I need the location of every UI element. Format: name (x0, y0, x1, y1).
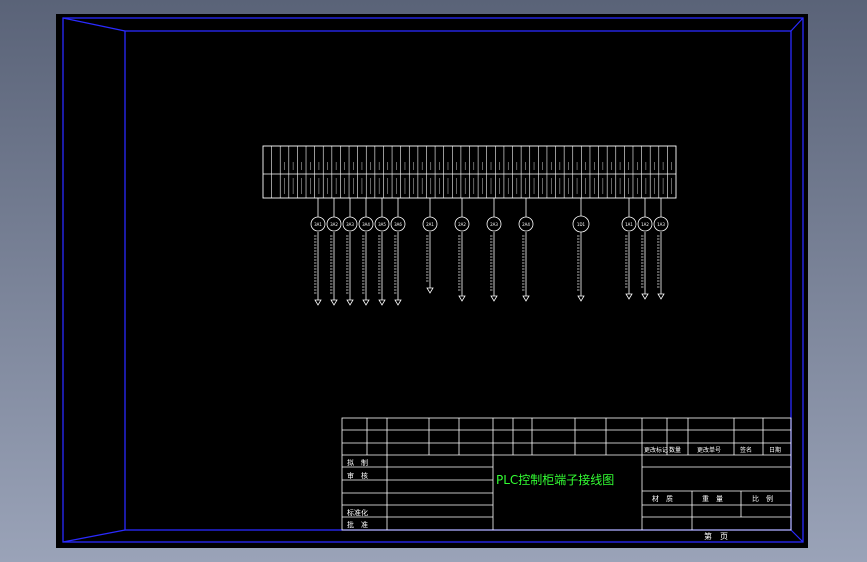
label-approved: 批 准 (347, 520, 368, 529)
wire-bubble-label: 3A2 (330, 222, 338, 227)
label-checked: 审 核 (347, 471, 368, 480)
drawing-canvas (56, 14, 808, 548)
header-change-no: 更改单号 (697, 446, 721, 454)
header-date: 日期 (769, 446, 781, 454)
wire-bubble-label: 3A5 (378, 222, 386, 227)
label-sheet: 第 页 (704, 531, 728, 541)
wire-bubble-label: 3A1 (314, 222, 322, 227)
wire-bubble-label: 1A2 (641, 222, 649, 227)
label-scale: 比 例 (752, 494, 773, 503)
drawing-title: PLC控制柜端子接线图 (496, 472, 614, 487)
header-change-mark: 更改标记 (644, 446, 668, 454)
label-material: 材 质 (652, 494, 673, 503)
wire-bubble-label: 3A3 (346, 222, 354, 227)
header-signature: 签名 (740, 446, 752, 454)
wire-bubble-label: 3A4 (362, 222, 370, 227)
wire-bubble-label: 2A1 (426, 222, 434, 227)
wire-bubble-label: 1A3 (657, 222, 665, 227)
header-quantity: 数量 (669, 446, 681, 454)
label-standardized: 标准化 (347, 508, 368, 517)
wire-bubble-label: 2A2 (458, 222, 466, 227)
cad-drawing: 3A1 3A2 3A3 3A4 3A5 3A6 2A1 2A2 2A3 2A4 1D1 1A1 1A2 1… (56, 14, 808, 548)
label-weight: 重 量 (702, 495, 723, 503)
wire-bubble-label: 2A4 (522, 222, 530, 227)
wire-bubble-label: 2A3 (490, 222, 498, 227)
wire-bubble-label: 3A6 (394, 222, 402, 227)
wire-bubble-label: 1D1 (577, 222, 586, 227)
wire-bubble-label: 1A1 (625, 222, 633, 227)
label-drafted: 拟 制 (347, 458, 368, 467)
